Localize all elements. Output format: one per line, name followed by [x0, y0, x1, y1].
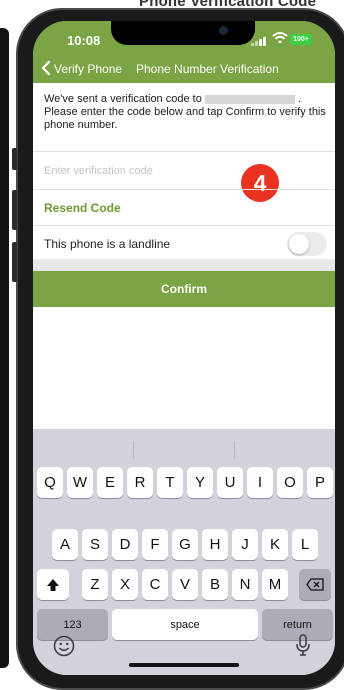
- key-d[interactable]: D: [112, 529, 138, 560]
- key-b[interactable]: B: [202, 569, 228, 600]
- key-p[interactable]: P: [307, 467, 333, 498]
- key-q[interactable]: Q: [37, 467, 63, 498]
- key-z[interactable]: Z: [82, 569, 108, 600]
- nav-bar: Verify Phone Phone Number Verification: [33, 53, 335, 83]
- keyboard: Q W E R T Y U I O P A S D F G H J K L Z …: [33, 429, 335, 675]
- key-x[interactable]: X: [112, 569, 138, 600]
- front-camera: [219, 26, 228, 35]
- back-button[interactable]: Verify Phone: [54, 62, 122, 76]
- suggestion-divider: [133, 441, 134, 459]
- divider: [33, 151, 335, 152]
- left-phone-edge: [0, 28, 9, 668]
- key-u[interactable]: U: [217, 467, 243, 498]
- key-e[interactable]: E: [97, 467, 123, 498]
- verification-code-input[interactable]: [44, 161, 234, 181]
- key-v[interactable]: V: [172, 569, 198, 600]
- key-c[interactable]: C: [142, 569, 168, 600]
- backspace-key[interactable]: [299, 569, 331, 600]
- key-t[interactable]: T: [157, 467, 183, 498]
- notch: [111, 21, 255, 45]
- divider: [33, 189, 335, 190]
- side-button: [12, 148, 17, 170]
- key-k[interactable]: K: [262, 529, 288, 560]
- key-h[interactable]: H: [202, 529, 228, 560]
- battery-icon: 100+: [290, 34, 312, 45]
- side-button: [12, 242, 17, 282]
- key-m[interactable]: M: [262, 569, 288, 600]
- phone-screen: 10:08 100+ Verify Phone Phone Number Ver…: [33, 21, 335, 675]
- redacted-phone-number: [204, 94, 295, 104]
- key-f[interactable]: F: [142, 529, 168, 560]
- shift-arrow-icon: [47, 578, 59, 591]
- side-button: [12, 190, 17, 230]
- key-y[interactable]: Y: [187, 467, 213, 498]
- step-badge: 4: [241, 164, 279, 202]
- suggestion-divider: [234, 441, 235, 459]
- wifi-icon: [272, 32, 288, 44]
- backspace-icon: [306, 578, 324, 591]
- key-g[interactable]: G: [172, 529, 198, 560]
- key-a[interactable]: A: [52, 529, 78, 560]
- key-n[interactable]: N: [232, 569, 258, 600]
- message-text-before: We've sent a verification code to: [44, 93, 202, 105]
- landline-toggle[interactable]: [287, 232, 327, 256]
- home-indicator: [129, 663, 239, 667]
- shift-key[interactable]: [37, 569, 69, 600]
- key-i[interactable]: I: [247, 467, 273, 498]
- divider: [33, 225, 335, 226]
- signal-icon: [251, 37, 266, 46]
- key-l[interactable]: L: [292, 529, 318, 560]
- section-gap: [33, 259, 335, 271]
- landline-label: This phone is a landline: [44, 237, 171, 251]
- key-o[interactable]: O: [277, 467, 303, 498]
- confirm-button[interactable]: Confirm: [33, 271, 335, 307]
- microphone-icon[interactable]: [295, 633, 311, 657]
- key-r[interactable]: R: [127, 467, 153, 498]
- verification-message: We've sent a verification code to. Pleas…: [44, 93, 328, 132]
- back-chevron-icon[interactable]: [41, 60, 51, 76]
- space-key[interactable]: space: [112, 609, 258, 640]
- toggle-knob: [289, 234, 309, 254]
- status-bar: 10:08 100+: [33, 21, 335, 53]
- key-w[interactable]: W: [67, 467, 93, 498]
- page-title: Phone Number Verification: [136, 62, 279, 76]
- resend-code-link[interactable]: Resend Code: [44, 201, 121, 215]
- emoji-icon[interactable]: [53, 635, 75, 657]
- key-s[interactable]: S: [82, 529, 108, 560]
- key-j[interactable]: J: [232, 529, 258, 560]
- status-time: 10:08: [67, 33, 101, 48]
